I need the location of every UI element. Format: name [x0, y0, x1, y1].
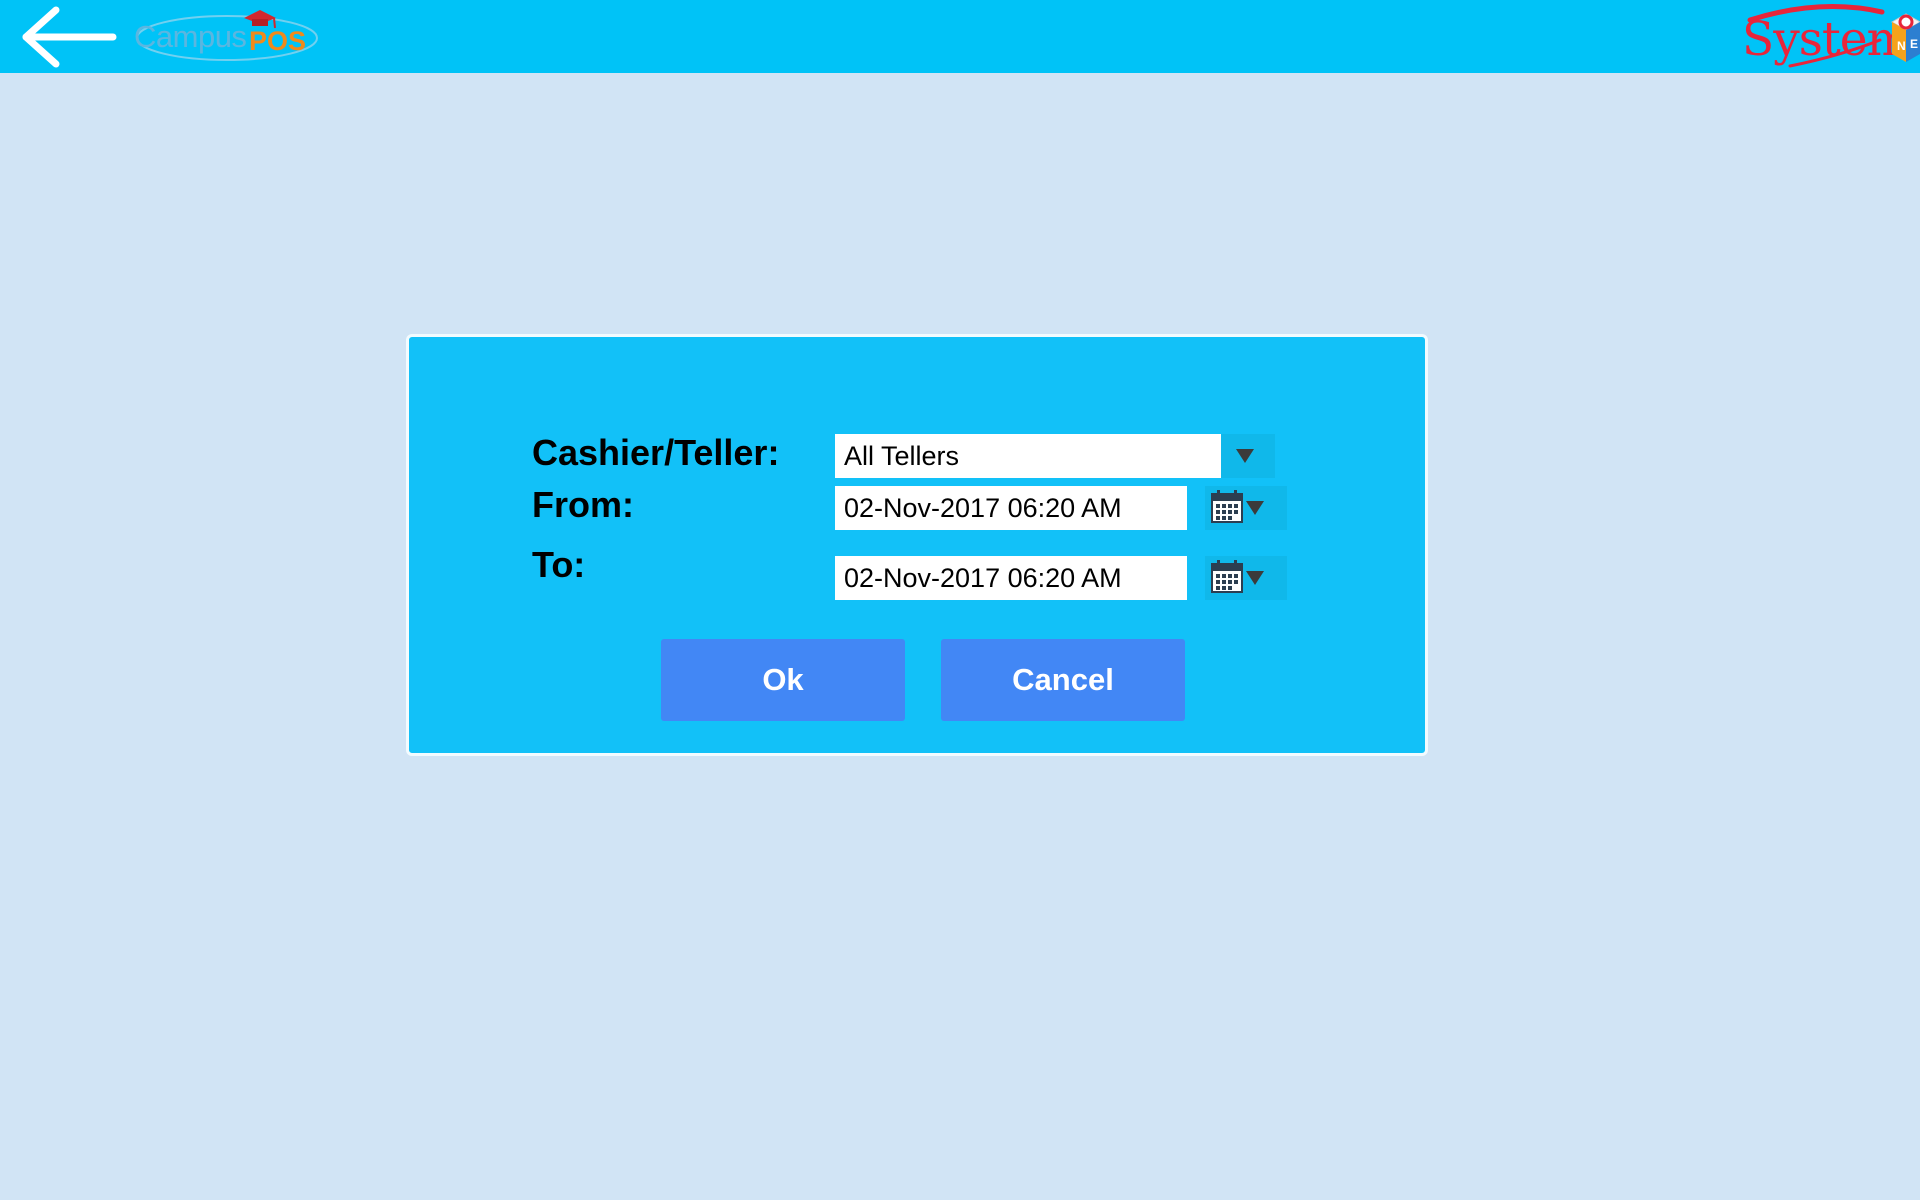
cashier-teller-dropdown-button[interactable] — [1221, 434, 1275, 478]
from-label: From: — [532, 484, 634, 525]
from-date-field[interactable]: 02-Nov-2017 06:20 AM — [835, 486, 1187, 530]
cancel-button[interactable]: Cancel — [941, 639, 1185, 721]
ok-button[interactable]: Ok — [661, 639, 905, 721]
to-date-picker-button[interactable] — [1205, 556, 1287, 600]
chevron-down-icon — [1236, 449, 1254, 463]
report-filter-dialog: Cashier/Teller: All Tellers From: 02-Nov… — [406, 334, 1428, 756]
svg-text:E: E — [1910, 37, 1918, 51]
chevron-down-icon — [1246, 501, 1264, 515]
top-bar: Campus POS System N E — [0, 0, 1920, 73]
campuspos-logo: Campus POS — [132, 4, 322, 68]
system-logo: System N E — [1730, 0, 1920, 73]
cube-icon: N E — [1890, 13, 1920, 62]
cashier-teller-label: Cashier/Teller: — [532, 432, 780, 473]
back-button[interactable] — [18, 6, 118, 68]
graduation-cap-icon — [244, 10, 276, 29]
cashier-teller-select[interactable]: All Tellers — [835, 434, 1227, 478]
to-date-field[interactable]: 02-Nov-2017 06:20 AM — [835, 556, 1187, 600]
arrow-left-icon — [22, 6, 117, 68]
svg-text:N: N — [1897, 39, 1906, 53]
chevron-down-icon — [1246, 571, 1264, 585]
to-label: To: — [532, 544, 586, 585]
from-date-picker-button[interactable] — [1205, 486, 1287, 530]
